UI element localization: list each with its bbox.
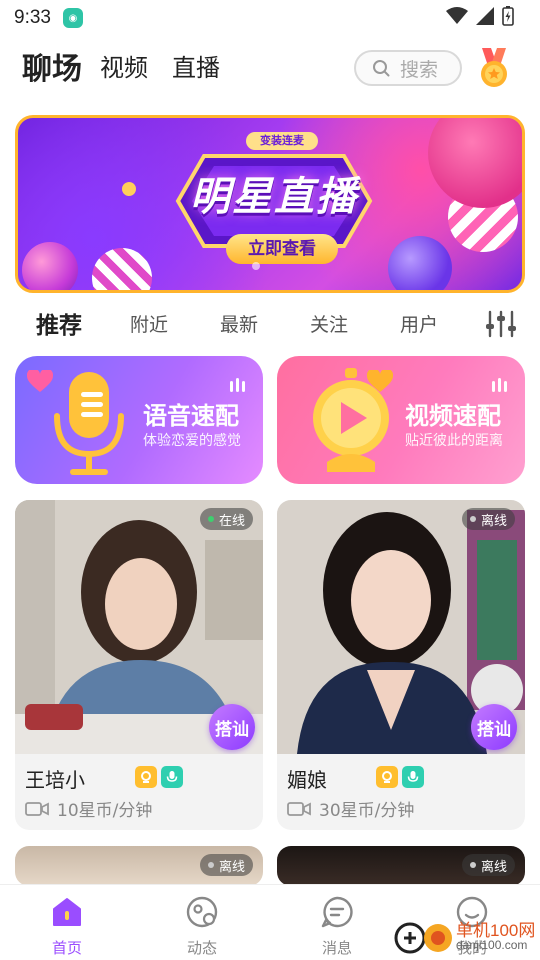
offline-dot <box>469 516 476 522</box>
price-row: 10星币/分钟 <box>25 796 152 821</box>
medal-icon[interactable] <box>478 48 510 88</box>
home-icon <box>53 898 81 926</box>
tab-users[interactable]: 用户 <box>400 310 438 337</box>
offline-dot <box>207 862 214 868</box>
decor-ball <box>92 248 152 290</box>
moments-icon <box>186 896 218 928</box>
top-nav: 聊场 视频 直播 搜索 <box>0 42 540 94</box>
user-photo[interactable]: 离线 搭讪 <box>277 500 525 754</box>
video-verified-icon <box>376 766 398 788</box>
category-tabs: 推荐 附近 最新 关注 用户 <box>0 304 540 340</box>
video-verified-icon <box>135 766 157 788</box>
watermark-url: danji100.com <box>456 938 528 952</box>
banner-page-dot <box>252 262 260 270</box>
user-name: 媚娘 <box>287 768 327 792</box>
site-watermark: 单机100网 danji100.com <box>394 916 540 960</box>
search-placeholder: 搜索 <box>400 58 439 81</box>
decor-ball <box>122 182 136 196</box>
sliders-icon[interactable] <box>484 310 518 338</box>
online-dot <box>207 516 214 522</box>
status-text: 在线 <box>218 513 245 529</box>
search-input[interactable]: 搜索 <box>354 50 462 86</box>
watermark-logo-icon <box>394 922 452 954</box>
banner-cta-button[interactable]: 立即查看 <box>226 234 338 264</box>
user-card[interactable]: 离线 <box>15 846 263 886</box>
user-card[interactable]: 离线 搭讪 媚娘 30星币/分钟 <box>277 500 525 830</box>
status-icons <box>446 6 514 26</box>
nav-moments[interactable]: 动态 <box>162 895 242 958</box>
video-match-card[interactable]: 视频速配 贴近彼此的距离 <box>277 356 525 484</box>
voice-match-card[interactable]: 语音速配 体验恋爱的感觉 <box>15 356 263 484</box>
status-badge: 离线 <box>461 854 515 876</box>
price-text: 30星币/分钟 <box>319 801 415 821</box>
app-notification-icon: ◉ <box>62 8 83 28</box>
microphone-icon <box>54 372 124 475</box>
video-match-title: 视频速配 <box>405 402 501 430</box>
price-text: 10星币/分钟 <box>57 801 153 821</box>
greet-button[interactable]: 搭讪 <box>209 704 255 750</box>
signal-icon <box>476 7 494 25</box>
nav-messages-label: 消息 <box>321 939 352 957</box>
tab-live[interactable]: 直播 <box>172 48 220 83</box>
tab-chat-room[interactable]: 聊场 <box>22 44 82 88</box>
status-badge: 离线 <box>461 508 515 530</box>
decor-ball <box>22 242 78 290</box>
status-bar: 9:33 ◉ <box>0 0 540 36</box>
voice-match-subtitle: 体验恋爱的感觉 <box>143 433 241 449</box>
decor-ball <box>388 236 452 290</box>
video-match-subtitle: 贴近彼此的距离 <box>405 433 503 449</box>
status-badge: 离线 <box>199 854 253 876</box>
audio-bars-icon <box>492 378 507 392</box>
voice-verified-icon <box>402 766 424 788</box>
tab-latest[interactable]: 最新 <box>220 310 258 337</box>
audio-bars-icon <box>230 378 245 392</box>
wifi-icon <box>446 7 468 24</box>
status-text: 离线 <box>480 513 507 529</box>
offline-dot <box>469 862 476 868</box>
greet-button[interactable]: 搭讪 <box>471 704 517 750</box>
user-card[interactable]: 在线 搭讪 王培小 10星币/分钟 <box>15 500 263 830</box>
voice-match-title: 语音速配 <box>143 402 239 430</box>
search-icon <box>373 60 390 77</box>
status-badge: 在线 <box>199 508 253 530</box>
voice-verified-icon <box>161 766 183 788</box>
user-name: 王培小 <box>25 768 85 792</box>
status-text: 离线 <box>218 859 245 875</box>
price-row: 30星币/分钟 <box>287 796 414 821</box>
banner-tag: 变装连麦 <box>246 132 318 150</box>
status-time: 9:33 <box>14 7 51 28</box>
nav-messages[interactable]: 消息 <box>297 895 377 958</box>
video-camera-icon <box>25 801 49 816</box>
user-photo[interactable]: 在线 搭讪 <box>15 500 263 754</box>
nav-moments-label: 动态 <box>186 939 217 957</box>
tab-recommended[interactable]: 推荐 <box>36 306 82 340</box>
banner-title: 明星直播 <box>190 174 358 220</box>
tab-video[interactable]: 视频 <box>100 48 148 83</box>
tab-following[interactable]: 关注 <box>310 310 348 337</box>
nav-home[interactable]: 首页 <box>27 895 107 958</box>
status-text: 离线 <box>480 859 507 875</box>
user-card[interactable]: 离线 <box>277 846 525 886</box>
play-icon <box>313 368 389 472</box>
tab-nearby[interactable]: 附近 <box>130 310 168 337</box>
battery-icon <box>502 6 514 26</box>
nav-home-label: 首页 <box>51 939 82 957</box>
video-camera-icon <box>287 801 311 816</box>
message-icon <box>321 896 353 928</box>
decor-ball <box>428 118 522 208</box>
promo-banner[interactable]: 变装连麦 明星直播 立即查看 <box>15 115 525 293</box>
